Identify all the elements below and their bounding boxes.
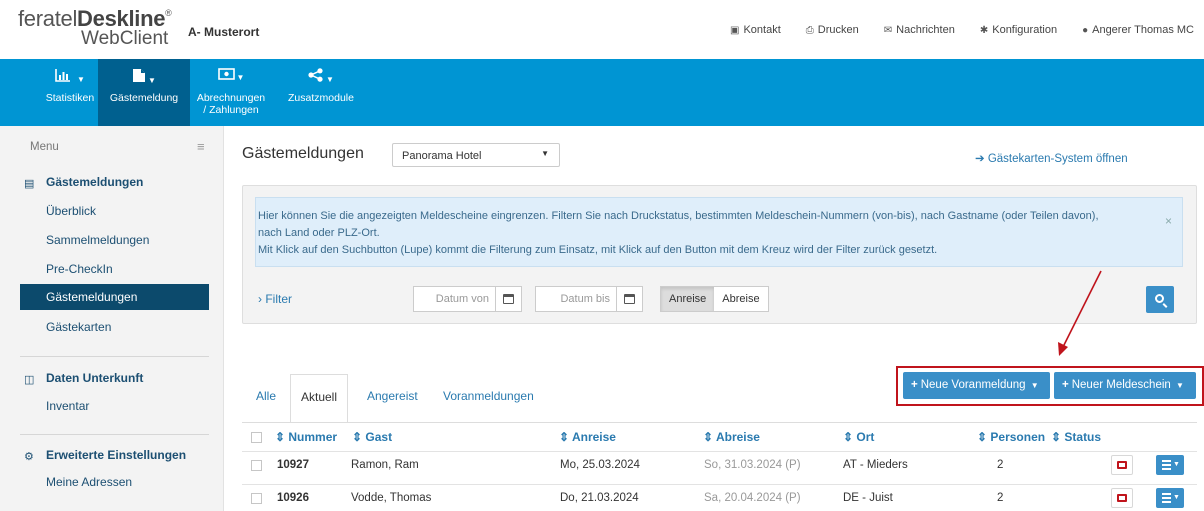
print-row-button[interactable] [1111,488,1133,508]
table-header: ⇕ Nummer ⇕ Gast ⇕ Anreise ⇕ Abreise ⇕ Or… [242,425,1197,451]
column-status-label: Status [1064,430,1102,444]
plus-icon: + [911,379,918,391]
new-preregistration-button[interactable]: + Neue Voranmeldung ▼ [903,372,1050,399]
print-row-button[interactable] [1111,455,1133,475]
cell-ort: DE - Juist [843,492,893,504]
column-anreise[interactable]: ⇕ Anreise [559,430,616,444]
cell-anreise: Do, 21.03.2024 [560,492,639,504]
print-icon [1117,494,1127,502]
cell-personen: 2 [997,492,1004,504]
row-menu-button[interactable]: ▼ [1156,488,1184,508]
column-ort[interactable]: ⇕ Ort [843,430,874,444]
table-row[interactable]: 10926 Vodde, Thomas Do, 21.03.2024 Sa, 2… [242,484,1197,511]
cell-gast: Ramon, Ram [351,459,419,471]
chevron-down-icon: ▼ [1030,381,1039,390]
row-checkbox[interactable] [251,493,262,504]
column-personen[interactable]: ⇕ Personen [977,430,1045,444]
cell-anreise: Mo, 25.03.2024 [560,459,640,471]
new-form-label: Neuer Meldeschein [1071,379,1171,391]
tab-aktuell[interactable]: Aktuell [290,374,349,423]
column-status[interactable]: ⇕ Status [1051,430,1101,444]
tab-angereist[interactable]: Angereist [367,384,418,419]
column-abreise-label: Abreise [715,430,760,444]
table-row[interactable]: 10927 Ramon, Ram Mo, 25.03.2024 So, 31.0… [242,451,1197,479]
column-abreise[interactable]: ⇕ Abreise [703,430,760,444]
tab-voranmeldungen[interactable]: Voranmeldungen [443,384,534,419]
column-nummer[interactable]: ⇕ Nummer [275,430,337,444]
chevron-down-icon: ▼ [1173,494,1180,501]
cell-nummer: 10926 [277,492,309,504]
column-ort-label: Ort [856,430,875,444]
cell-nummer: 10927 [277,459,309,471]
tab-alle[interactable]: Alle [256,384,276,419]
select-all-checkbox[interactable] [251,432,262,443]
cell-abreise: So, 31.03.2024 (P) [704,459,801,471]
chevron-down-icon: ▼ [1173,461,1180,468]
tab-divider [242,422,1197,423]
row-checkbox[interactable] [251,460,262,471]
column-nummer-label: Nummer [288,430,338,444]
column-gast-label: Gast [365,430,393,444]
column-personen-label: Personen [990,430,1046,444]
column-gast[interactable]: ⇕ Gast [352,430,392,444]
new-preregistration-label: Neue Voranmeldung [920,379,1026,391]
row-menu-button[interactable]: ▼ [1156,455,1184,475]
new-form-button[interactable]: + Neuer Meldeschein ▼ [1054,372,1196,399]
cell-abreise: Sa, 20.04.2024 (P) [704,492,801,504]
plus-icon: + [1062,379,1069,391]
cell-personen: 2 [997,459,1004,471]
cell-gast: Vodde, Thomas [351,492,432,504]
chevron-down-icon: ▼ [1176,381,1184,390]
column-anreise-label: Anreise [571,430,616,444]
cell-ort: AT - Mieders [843,459,908,471]
print-icon [1117,461,1127,469]
